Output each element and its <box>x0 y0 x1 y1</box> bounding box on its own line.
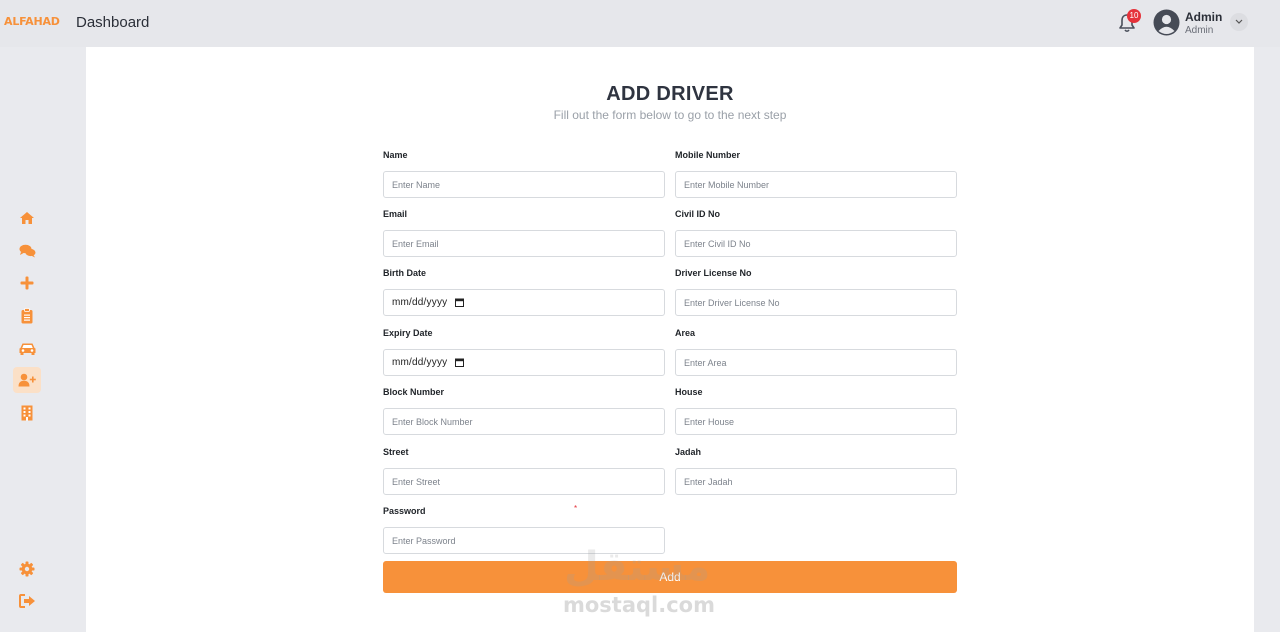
user-role: Admin <box>1185 25 1214 36</box>
name-field-group: Name <box>383 150 665 198</box>
house-field-group: House <box>675 387 957 435</box>
birth-date-field-group: Birth Date mm/dd/yyyy <box>383 268 665 316</box>
license-field-group: Driver License No <box>675 268 957 316</box>
chat-icon <box>19 244 35 258</box>
sidebar-item-cars[interactable] <box>13 335 41 361</box>
email-input[interactable] <box>383 230 665 257</box>
user-name: Admin <box>1185 10 1223 24</box>
clipboard-icon <box>21 308 33 324</box>
block-label: Block Number <box>383 387 445 397</box>
area-field-group: Area <box>675 328 957 376</box>
sidebar-item-orders[interactable] <box>13 303 41 329</box>
notification-badge: 10 <box>1127 9 1141 23</box>
birth-date-input[interactable]: mm/dd/yyyy <box>383 289 665 316</box>
home-icon <box>20 212 34 224</box>
civil-id-field-group: Civil ID No <box>675 209 957 257</box>
name-label: Name <box>383 150 408 160</box>
sidebar-item-home[interactable] <box>13 205 41 231</box>
password-input[interactable] <box>383 527 665 554</box>
block-field-group: Block Number <box>383 387 665 435</box>
user-plus-icon <box>18 373 36 387</box>
street-field-group: Street <box>383 447 665 495</box>
email-label: Email <box>383 209 408 219</box>
top-bar: ALFAHAD Dashboard 10 Admin Admin <box>0 0 1280 47</box>
jadah-field-group: Jadah <box>675 447 957 495</box>
sidebar-item-chat[interactable] <box>13 238 41 264</box>
brand-logo[interactable]: ALFAHAD <box>4 15 60 28</box>
building-icon <box>21 405 33 421</box>
mobile-label: Mobile Number <box>675 150 741 160</box>
page-title: Dashboard <box>76 14 150 31</box>
sidebar-item-add-driver[interactable] <box>13 367 41 393</box>
jadah-label: Jadah <box>675 447 702 457</box>
gear-icon <box>19 561 35 577</box>
expiry-date-value: mm/dd/yyyy <box>392 357 448 368</box>
jadah-input[interactable] <box>675 468 957 495</box>
civil-id-input[interactable] <box>675 230 957 257</box>
sidebar-item-settings[interactable] <box>13 556 41 582</box>
birth-date-value: mm/dd/yyyy <box>392 297 448 308</box>
license-input[interactable] <box>675 289 957 316</box>
required-marker: * <box>574 504 578 513</box>
expiry-date-field-group: Expiry Date mm/dd/yyyy <box>383 328 665 376</box>
sidebar-item-add[interactable] <box>13 270 41 296</box>
add-button[interactable]: Add <box>383 561 957 593</box>
area-input[interactable] <box>675 349 957 376</box>
sidebar-item-logout[interactable] <box>13 588 41 614</box>
avatar[interactable] <box>1153 9 1180 36</box>
street-input[interactable] <box>383 468 665 495</box>
plus-icon <box>20 276 34 290</box>
form-title: ADD DRIVER <box>606 83 734 105</box>
logout-icon <box>18 594 35 608</box>
password-label: Password <box>383 506 426 516</box>
birth-date-label: Birth Date <box>383 268 427 278</box>
house-label: House <box>675 387 703 397</box>
block-input[interactable] <box>383 408 665 435</box>
calendar-icon[interactable] <box>455 298 465 307</box>
mobile-field-group: Mobile Number <box>675 150 957 198</box>
sidebar <box>0 47 54 632</box>
expiry-date-input[interactable]: mm/dd/yyyy <box>383 349 665 376</box>
chevron-down-icon <box>1235 19 1243 24</box>
password-field-group: Password <box>383 506 665 554</box>
mobile-input[interactable] <box>675 171 957 198</box>
email-field-group: Email <box>383 209 665 257</box>
street-label: Street <box>383 447 409 457</box>
user-menu-button[interactable] <box>1230 13 1248 31</box>
form-subtitle: Fill out the form below to go to the nex… <box>553 108 787 122</box>
main-content: ADD DRIVER Fill out the form below to go… <box>86 47 1254 632</box>
house-input[interactable] <box>675 408 957 435</box>
civil-id-label: Civil ID No <box>675 209 721 219</box>
calendar-icon[interactable] <box>455 358 465 367</box>
car-icon <box>19 343 35 355</box>
name-input[interactable] <box>383 171 665 198</box>
license-label: Driver License No <box>675 268 752 278</box>
expiry-date-label: Expiry Date <box>383 328 433 338</box>
area-label: Area <box>675 328 696 338</box>
sidebar-item-buildings[interactable] <box>13 400 41 426</box>
